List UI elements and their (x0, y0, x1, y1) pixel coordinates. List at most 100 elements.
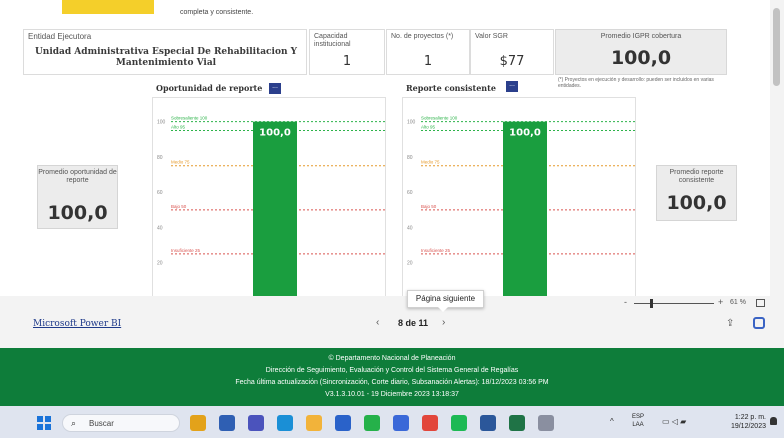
oportunidad-y-tick-3: 40 (157, 225, 163, 231)
footer-copyright: © Departamento Nacional de Planeación (328, 355, 456, 362)
oportunidad-ref-label-0: Sobresaliente 100 (171, 116, 208, 121)
zoom-percentage: 61 % (730, 299, 746, 306)
chrome-icon[interactable] (422, 415, 438, 431)
taskbar-search[interactable]: ⌕ Buscar (62, 414, 180, 432)
powerbi-link[interactable]: Microsoft Power BI (33, 319, 121, 329)
zoom-in-button[interactable]: + (718, 297, 723, 307)
photos-icon[interactable] (538, 415, 554, 431)
files-icon[interactable] (306, 415, 322, 431)
info-button-consistente[interactable]: ... (506, 81, 518, 92)
excel-icon[interactable] (509, 415, 525, 431)
next-page-tooltip: Página siguiente (407, 290, 484, 308)
consistente-ref-label-2: Medio 75 (421, 160, 440, 165)
tooltip-arrow (438, 307, 448, 312)
oportunidad-ref-label-4: Insuficiente 25 (171, 248, 201, 253)
capacidad-label: Capacidad institucional (314, 33, 351, 48)
igpr-card: Promedio IGPR cobertura 100,0 (555, 29, 727, 75)
entidad-name: Unidad Administrativa Especial De Rehabi… (34, 47, 298, 68)
consistente-y-tick-3: 40 (407, 225, 413, 231)
chart-oportunidad-title: Oportunidad de reporte (156, 83, 263, 93)
language-code: ESP (632, 414, 645, 420)
igpr-label: Promedio IGPR cobertura (600, 33, 682, 40)
network-volume-battery-icons[interactable]: ▭ ◁ ▰ (662, 417, 686, 426)
consistente-ref-label-1: Alto 95 (421, 124, 436, 129)
language-indicator[interactable]: ESP LAA (632, 413, 644, 429)
promedio-oportunidad-value: 100,0 (47, 202, 108, 224)
consistente-y-tick-2: 60 (407, 190, 413, 196)
footer-version: V3.1.3.10.01 - 19 Diciembre 2023 13:18:3… (325, 391, 459, 398)
oportunidad-data-label-0: 100,0 (259, 128, 291, 139)
zoom-out-button[interactable]: - (624, 297, 627, 307)
word-icon[interactable] (480, 415, 496, 431)
teams-icon[interactable] (248, 415, 264, 431)
page-indicator: 8 de 11 (398, 318, 429, 328)
promedio-oportunidad-label: Promedio oportunidad de reporte (38, 169, 117, 184)
consistente-bar-0 (503, 121, 547, 296)
promedio-consistente-card: Promedio reporte consistente 100,0 (656, 165, 737, 221)
show-hidden-icons[interactable]: ^ (610, 417, 614, 426)
consistente-ref-label-3: Bajo 50 (421, 204, 437, 209)
consistente-y-tick-0: 100 (407, 120, 416, 126)
windows-start-icon[interactable] (37, 416, 51, 430)
consistente-data-label-0: 100,0 (509, 128, 541, 139)
report-canvas: completa y consistente. Entidad Ejecutor… (0, 0, 770, 296)
fullscreen-icon[interactable] (753, 317, 765, 329)
footer-fecha: Fecha última actualización (Sincronizaci… (235, 379, 549, 386)
footer-direccion: Dirección de Seguimiento, Evaluación y C… (265, 367, 519, 374)
previous-page-button[interactable]: ‹ (376, 317, 379, 328)
file-explorer-icon[interactable] (190, 415, 206, 431)
spotify-icon[interactable] (451, 415, 467, 431)
zoom-slider-track[interactable] (634, 303, 714, 304)
chart-oportunidad-svg: 100 80 60 40 20 Sobresaliente 100 Alto 95 Medio… (157, 116, 385, 296)
taskbar-search-placeholder: Buscar (89, 419, 114, 428)
entidad-card: Entidad Ejecutora Unidad Administrativa … (23, 29, 307, 75)
zoom-control: - + 61 % (620, 297, 770, 310)
oportunidad-y-tick-2: 60 (157, 190, 163, 196)
notification-bell-icon[interactable] (770, 417, 777, 425)
consistente-ref-label-0: Sobresaliente 100 (421, 116, 458, 121)
notes-icon[interactable] (393, 415, 409, 431)
windows-taskbar: ⌕ Buscar ^ ESP LAA ▭ ◁ ▰ 1:22 p. m. 19/1… (0, 406, 784, 438)
valor-sgr-card: Valor SGR $77 (470, 29, 554, 75)
page-navigator: ‹ 8 de 11 › (372, 316, 462, 332)
oportunidad-ref-label-2: Medio 75 (171, 160, 190, 165)
footer: © Departamento Nacional de Planeación Di… (0, 348, 784, 406)
consistente-ref-label-4: Insuficiente 25 (421, 248, 451, 253)
chart-consistente-svg: 100 80 60 40 20 Sobresaliente 100 Alto 95 Medio… (407, 116, 635, 296)
valor-sgr-value: $77 (499, 54, 525, 69)
info-button-oportunidad[interactable]: ... (269, 83, 281, 94)
top-badge (62, 0, 154, 14)
igpr-value: 100,0 (610, 47, 672, 69)
zoom-slider-thumb[interactable] (650, 299, 653, 308)
proyectos-value: 1 (423, 54, 433, 69)
oportunidad-ref-label-1: Alto 95 (171, 124, 186, 129)
share-icon[interactable]: ⇪ (726, 318, 738, 330)
keyboard-layout: LAA (632, 422, 644, 428)
edge-icon[interactable] (277, 415, 293, 431)
clock[interactable]: 1:22 p. m. 19/12/2023 (716, 413, 766, 431)
footnote: (*) Proyectos en ejecución y desarrollo:… (558, 77, 714, 89)
whatsapp-icon[interactable] (364, 415, 380, 431)
next-page-button[interactable]: › (442, 317, 445, 328)
clock-time: 1:22 p. m. (734, 414, 766, 421)
consistente-y-tick-4: 20 (407, 261, 413, 267)
oportunidad-y-tick-4: 20 (157, 261, 163, 267)
mail-icon[interactable] (335, 415, 351, 431)
proyectos-label: No. de proyectos (*) (391, 33, 454, 40)
taskview-icon[interactable] (219, 415, 235, 431)
clock-date: 19/12/2023 (730, 423, 766, 430)
capacidad-card: Capacidad institucional 1 (309, 29, 385, 75)
fit-to-page-icon[interactable] (756, 299, 765, 307)
oportunidad-y-tick-1: 80 (157, 155, 163, 161)
entidad-label: Entidad Ejecutora (28, 32, 92, 41)
report-scrollbar-thumb[interactable] (773, 8, 780, 86)
chart-oportunidad: 100 80 60 40 20 Sobresaliente 100 Alto 95 Medio… (152, 97, 386, 296)
promedio-consistente-label: Promedio reporte consistente (669, 169, 724, 184)
oportunidad-ref-label-3: Bajo 50 (171, 204, 187, 209)
oportunidad-y-tick-0: 100 (157, 120, 166, 126)
proyectos-card: No. de proyectos (*) 1 (386, 29, 470, 75)
top-note: completa y consistente. (180, 9, 254, 16)
promedio-oportunidad-card: Promedio oportunidad de reporte 100,0 (37, 165, 118, 229)
chart-consistente: 100 80 60 40 20 Sobresaliente 100 Alto 95 Medio… (402, 97, 636, 296)
chart-consistente-title: Reporte consistente (406, 83, 496, 93)
